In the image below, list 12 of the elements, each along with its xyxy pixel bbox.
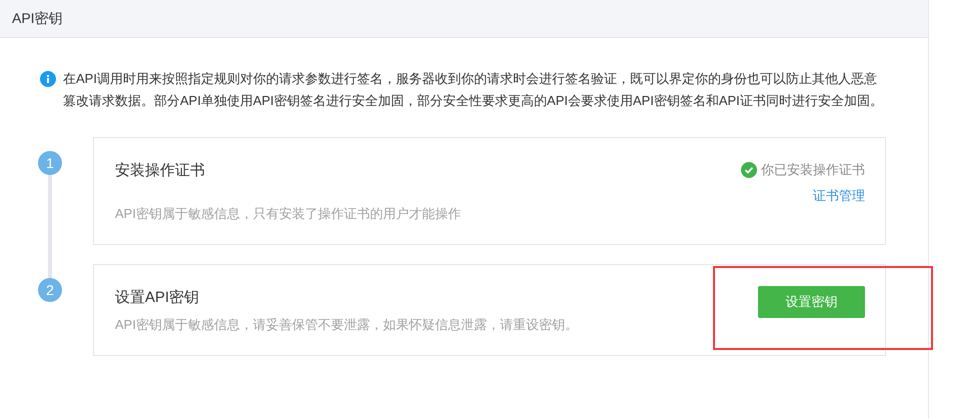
step-number: 2 — [38, 278, 62, 302]
status-text: 你已安装操作证书 — [761, 161, 865, 179]
info-text: 在API调用时用来按照指定规则对你的请求参数进行签名，服务器收到你的请求时会进行签名验证，既可以界定你的身份也可以防止其他人恶意篡改请求数据。部分API单独使用API密钥签名进行安全加固，部分安全性要求更高的API会要求使用API密钥签名和API证书同时进行安全加固。 — [63, 70, 884, 110]
step-description: API密钥属于敏感信息，请妥善保管不要泄露，如果怀疑信息泄露，请重设密钥。 — [115, 316, 578, 334]
step-description: API密钥属于敏感信息，只有安装了操作证书的用户才能操作 — [115, 205, 461, 223]
page-title: API密钥 — [12, 9, 63, 28]
step-title: 设置API密钥 — [115, 288, 200, 308]
set-key-button[interactable]: 设置密钥 — [758, 286, 865, 318]
certificate-link[interactable]: 证书管理 — [813, 186, 865, 205]
info-icon — [40, 71, 56, 87]
step-title: 安装操作证书 — [115, 161, 206, 181]
step-number: 1 — [38, 151, 62, 175]
